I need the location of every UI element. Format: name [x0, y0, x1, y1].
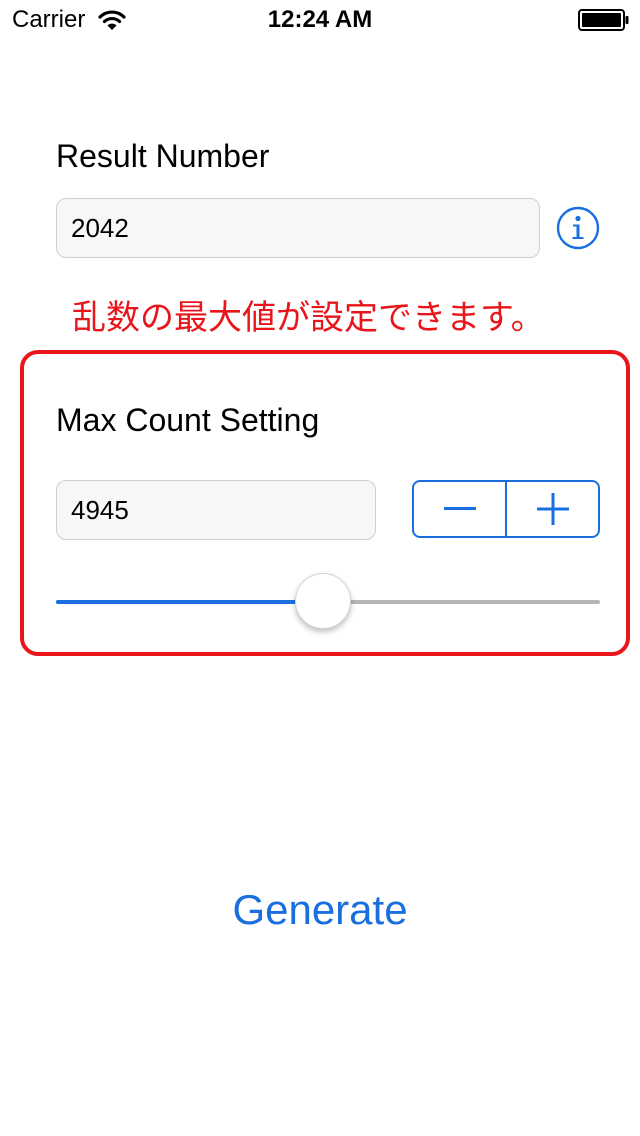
slider-thumb[interactable]: [294, 573, 351, 629]
status-time: 12:24 AM: [267, 6, 373, 33]
decrement-button[interactable]: [414, 482, 505, 536]
battery-full-icon: [578, 9, 629, 31]
max-count-stepper: [412, 480, 600, 538]
annotation-note: 乱数の最大値が設定できます。: [72, 298, 545, 338]
max-count-slider[interactable]: [56, 572, 600, 632]
plus-icon: [536, 493, 569, 525]
minus-icon: [443, 507, 476, 510]
app-screen: Carrier 12:24 AM Result Number 2042 乱数の最…: [0, 0, 640, 1136]
result-number-field[interactable]: 2042: [56, 198, 540, 258]
generate-button[interactable]: Generate: [0, 886, 640, 934]
max-count-field[interactable]: 4945: [56, 480, 376, 540]
max-count-setting-label: Max Count Setting: [56, 402, 320, 438]
increment-button[interactable]: [505, 482, 598, 536]
status-bar: Carrier 12:24 AM: [0, 0, 640, 40]
slider-track-filled: [56, 600, 323, 604]
result-number-label: Result Number: [56, 138, 270, 174]
info-icon[interactable]: [556, 206, 600, 250]
